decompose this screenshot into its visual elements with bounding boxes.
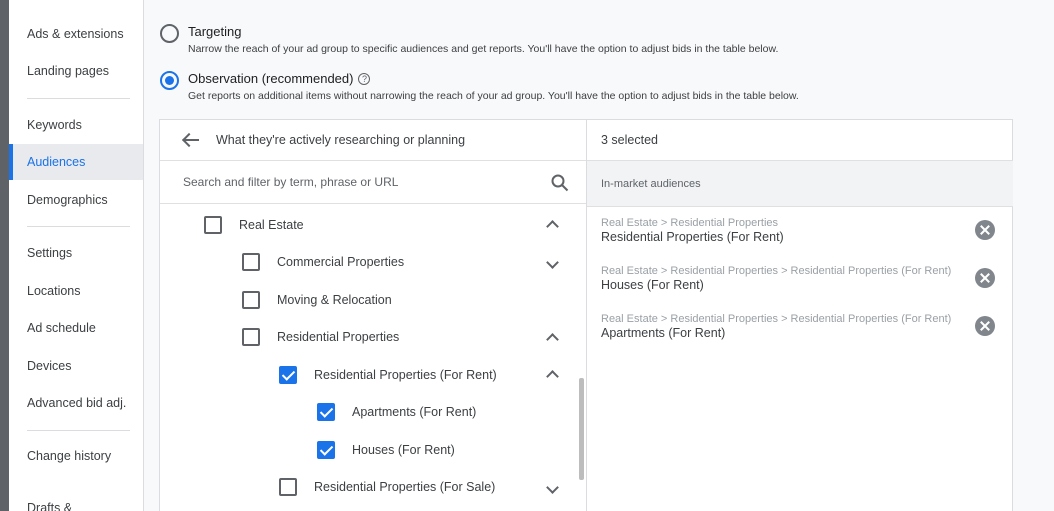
checkbox[interactable] xyxy=(279,478,297,496)
sidebar-item-ads-extensions[interactable]: Ads & extensions xyxy=(9,16,143,52)
sidebar-item-demographics[interactable]: Demographics xyxy=(9,182,143,218)
chevron-up-icon[interactable] xyxy=(546,331,558,343)
selected-item-name: Residential Properties (For Rent) xyxy=(601,230,784,244)
tree-item-label: Apartments (For Rent) xyxy=(352,405,477,419)
sidebar-item-label: Landing pages xyxy=(27,64,110,78)
browse-category-title: What they're actively researching or pla… xyxy=(216,133,466,147)
scrollbar[interactable] xyxy=(579,378,584,480)
selected-item-path: Real Estate > Residential Properties xyxy=(601,217,779,229)
tree-item-label: Moving & Relocation xyxy=(277,293,392,307)
checkbox[interactable] xyxy=(204,216,222,234)
selected-item-name: Apartments (For Rent) xyxy=(601,326,726,340)
tree-item-label: Commercial Properties xyxy=(277,255,405,269)
sidebar-divider xyxy=(27,226,130,227)
checkbox-checked[interactable] xyxy=(317,441,335,459)
sidebar-item-label: Ad schedule xyxy=(27,321,96,335)
selected-item-path: Real Estate > Residential Properties > R… xyxy=(601,265,952,277)
tree-item-commercial-properties[interactable]: Commercial Properties xyxy=(242,244,404,280)
sidebar-item-label: Locations xyxy=(27,284,81,298)
sidebar-item-label: Drafts & xyxy=(27,501,73,511)
observation-label-row: Observation (recommended) ? xyxy=(188,71,799,86)
audience-picker: What they're actively researching or pla… xyxy=(159,119,1013,511)
targeting-radio[interactable] xyxy=(160,24,179,43)
tree-item-residential-for-rent[interactable]: Residential Properties (For Rent) xyxy=(279,357,497,393)
checkbox[interactable] xyxy=(242,328,260,346)
observation-option-text: Observation (recommended) ? Get reports … xyxy=(188,71,799,102)
checkbox[interactable] xyxy=(242,291,260,309)
tree-item-houses-for-rent[interactable]: Houses (For Rent) xyxy=(317,432,455,468)
tree-item-label: Residential Properties (For Rent) xyxy=(314,368,497,382)
targeting-option-text: Targeting Narrow the reach of your ad gr… xyxy=(188,24,778,55)
selected-item: Real Estate > Residential Properties > R… xyxy=(601,265,1001,292)
sidebar-item-keywords[interactable]: Keywords xyxy=(9,107,143,143)
sidebar-item-settings[interactable]: Settings xyxy=(9,235,143,271)
sidebar-item-label: Settings xyxy=(27,246,73,260)
sidebar-item-label: Demographics xyxy=(27,193,108,207)
tree-item-label: Residential Properties (For Sale) xyxy=(314,480,496,494)
sidebar-item-label: Devices xyxy=(27,359,72,373)
sidebar-item-change-history[interactable]: Change history xyxy=(9,438,143,474)
targeting-label: Targeting xyxy=(188,24,242,39)
observation-label: Observation (recommended) xyxy=(188,71,354,86)
sidebar-item-label: Advanced bid adj. xyxy=(27,396,127,410)
checkbox-checked[interactable] xyxy=(279,366,297,384)
tree-item-real-estate[interactable]: Real Estate xyxy=(204,207,304,243)
chevron-down-icon[interactable] xyxy=(546,483,558,495)
remove-item-button[interactable] xyxy=(975,220,995,240)
sidebar-divider xyxy=(27,430,130,431)
tree-item-residential-properties[interactable]: Residential Properties xyxy=(242,319,399,355)
sidebar-item-ad-schedule[interactable]: Ad schedule xyxy=(9,310,143,346)
browse-header: What they're actively researching or pla… xyxy=(160,120,586,161)
browse-pane: What they're actively researching or pla… xyxy=(160,120,587,511)
sidebar-item-locations[interactable]: Locations xyxy=(9,273,143,309)
sidebar-item-label: Keywords xyxy=(27,118,82,132)
remove-item-button[interactable] xyxy=(975,268,995,288)
tree-item-label: Real Estate xyxy=(239,218,304,232)
tree-item-label: Houses (For Rent) xyxy=(352,443,455,457)
sidebar-item-drafts[interactable]: Drafts & xyxy=(9,490,143,511)
checkbox[interactable] xyxy=(242,253,260,271)
chevron-up-icon[interactable] xyxy=(546,218,558,230)
sidebar-item-label: Ads & extensions xyxy=(27,27,124,41)
chevron-up-icon[interactable] xyxy=(546,368,558,380)
selected-item: Real Estate > Residential Properties > R… xyxy=(601,313,1001,340)
tree-item-label: Residential Properties xyxy=(277,330,400,344)
sidebar-item-audiences[interactable]: Audiences xyxy=(9,144,143,180)
help-icon[interactable]: ? xyxy=(358,72,371,85)
sidebar-item-label: Change history xyxy=(27,449,112,463)
sidebar-item-devices[interactable]: Devices xyxy=(9,348,143,384)
selected-item-path: Real Estate > Residential Properties > R… xyxy=(601,313,952,325)
selected-count: 3 selected xyxy=(587,120,1013,161)
sidebar-divider xyxy=(27,98,130,99)
sidebar-nav: Ads & extensions Landing pages Keywords … xyxy=(9,0,144,511)
sidebar-item-landing-pages[interactable]: Landing pages xyxy=(9,53,143,89)
targeting-option[interactable]: Targeting Narrow the reach of your ad gr… xyxy=(160,24,778,55)
observation-radio[interactable] xyxy=(160,71,179,90)
selected-section-header: In-market audiences xyxy=(587,161,1013,207)
observation-option[interactable]: Observation (recommended) ? Get reports … xyxy=(160,71,799,102)
chevron-down-icon[interactable] xyxy=(546,258,558,270)
tree-item-residential-for-sale[interactable]: Residential Properties (For Sale) xyxy=(279,469,495,505)
selected-item: Real Estate > Residential Properties Res… xyxy=(601,217,1001,244)
selected-pane: 3 selected In-market audiences Real Esta… xyxy=(587,120,1013,511)
remove-item-button[interactable] xyxy=(975,316,995,336)
search-input[interactable] xyxy=(183,175,523,189)
search-bar xyxy=(160,161,586,204)
targeting-description: Narrow the reach of your ad group to spe… xyxy=(188,43,779,55)
checkbox-checked[interactable] xyxy=(317,403,335,421)
tree-item-apartments-for-rent[interactable]: Apartments (For Rent) xyxy=(317,394,476,430)
main-content: Targeting Narrow the reach of your ad gr… xyxy=(144,0,1054,511)
observation-description: Get reports on additional items without … xyxy=(188,90,799,102)
sidebar-item-advanced-bid-adj[interactable]: Advanced bid adj. xyxy=(9,385,143,421)
window-edge xyxy=(0,0,9,511)
selected-item-name: Houses (For Rent) xyxy=(601,278,704,292)
tree-item-moving-relocation[interactable]: Moving & Relocation xyxy=(242,282,392,318)
search-icon[interactable] xyxy=(551,174,569,192)
sidebar-item-label: Audiences xyxy=(27,155,86,169)
back-arrow-icon[interactable] xyxy=(182,133,200,147)
